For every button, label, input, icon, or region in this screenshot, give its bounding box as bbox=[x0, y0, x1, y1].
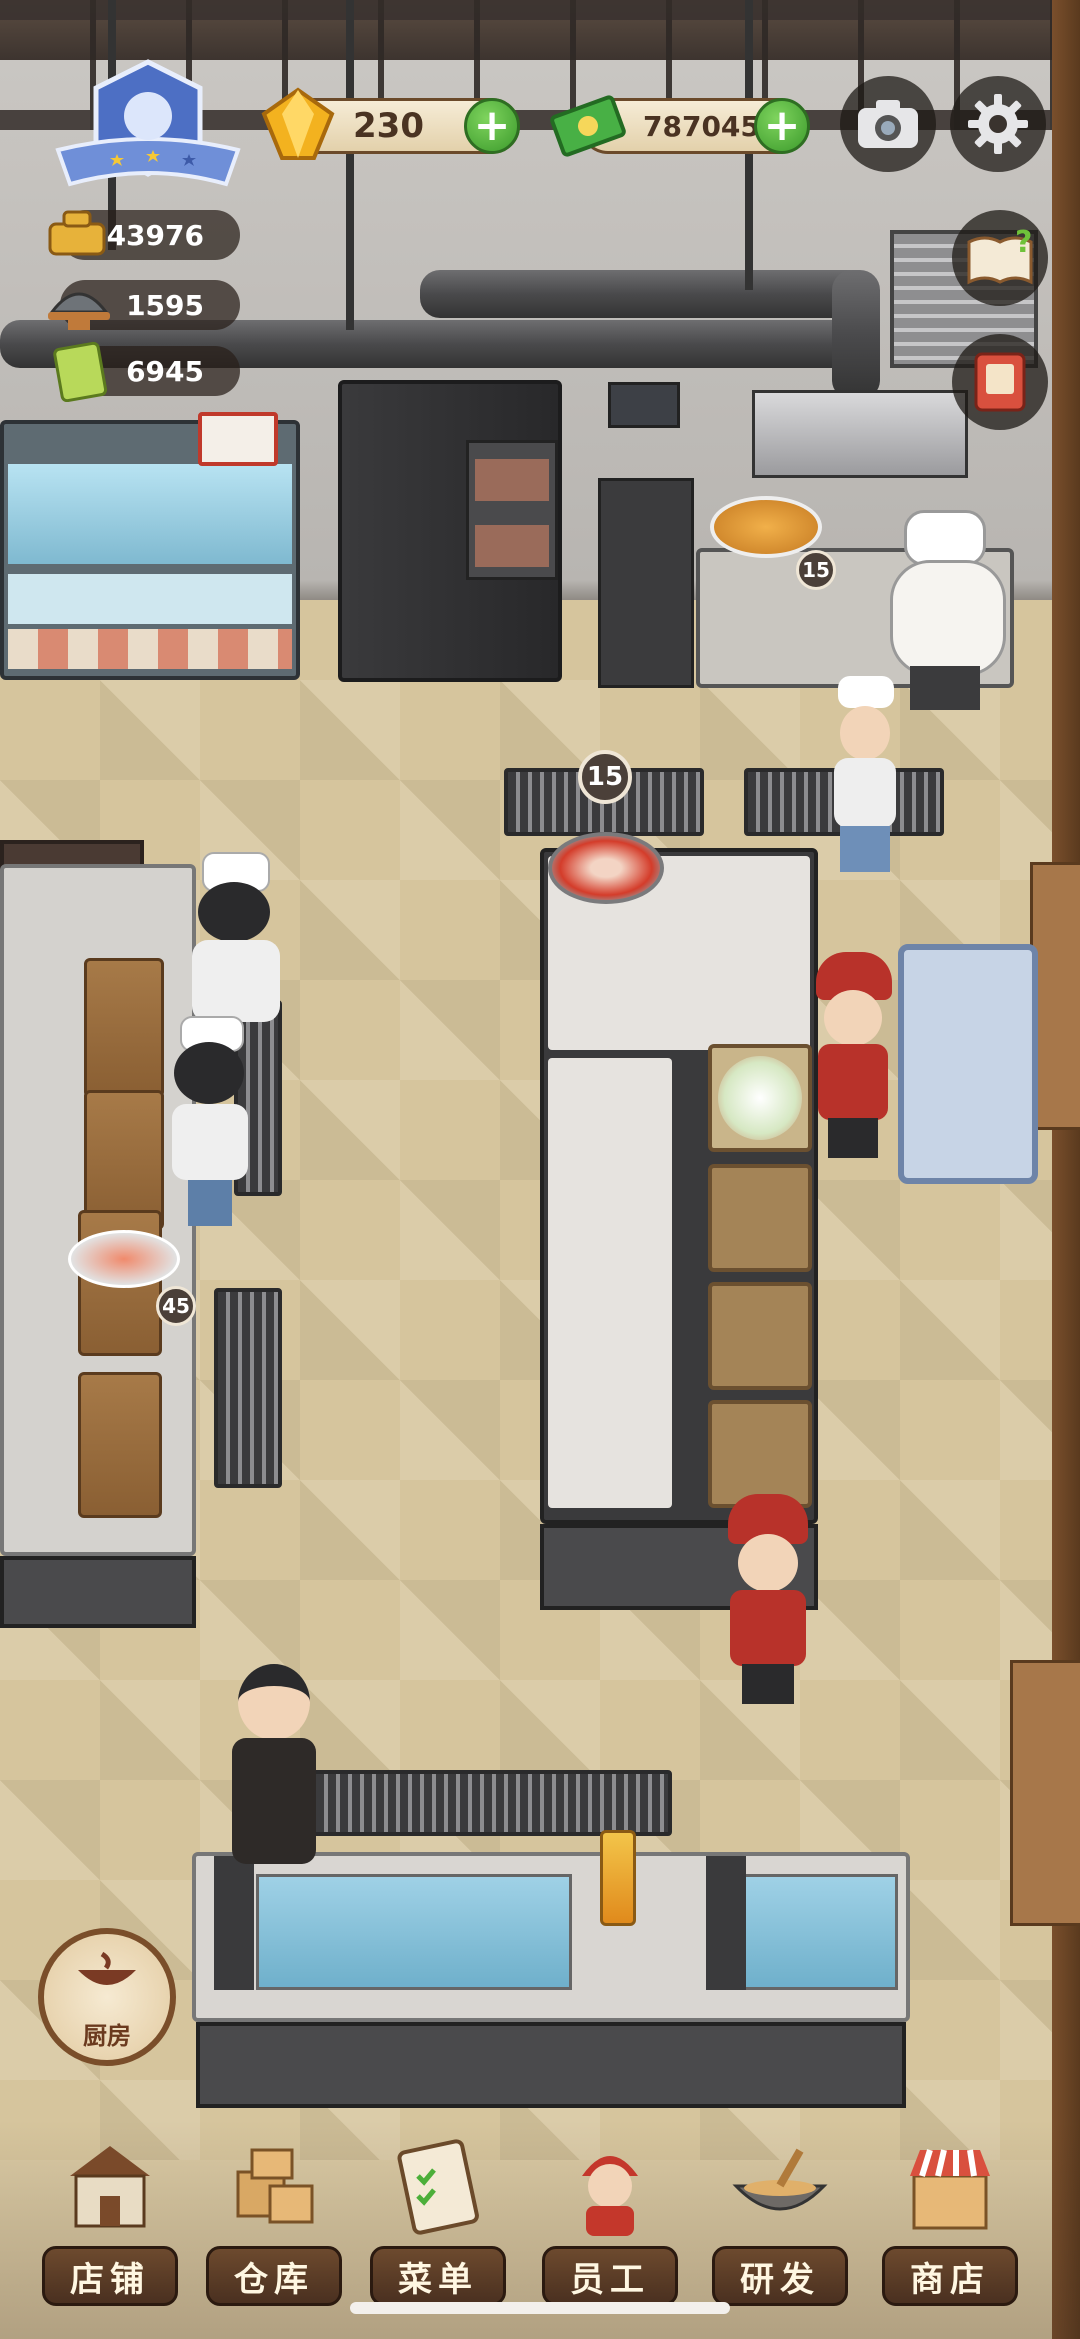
settings-button[interactable] bbox=[950, 76, 1046, 172]
floor-drain bbox=[214, 1288, 282, 1488]
hotpot-dish[interactable] bbox=[548, 832, 664, 904]
nav-warehouse-label: 仓库 bbox=[206, 2246, 342, 2306]
service-window[interactable] bbox=[898, 944, 1038, 1184]
waiter-character[interactable] bbox=[806, 952, 902, 1158]
dumplings bbox=[718, 1056, 802, 1140]
ingredient-tray[interactable] bbox=[708, 1400, 812, 1508]
chef-character[interactable] bbox=[160, 1016, 260, 1226]
nav-store-label: 店铺 bbox=[42, 2246, 178, 2306]
add-gems-button[interactable]: + bbox=[464, 98, 520, 154]
kitchen-button[interactable]: 厨房 bbox=[38, 1928, 176, 2066]
recipe-card-icon bbox=[974, 352, 1026, 412]
boxes-icon bbox=[224, 2136, 324, 2236]
home-indicator[interactable] bbox=[350, 2302, 730, 2314]
dish-resource-value: 1595 bbox=[126, 288, 204, 322]
board-timer: 45 bbox=[156, 1286, 196, 1326]
left-counter-base bbox=[0, 1556, 196, 1628]
wok-icon bbox=[78, 1951, 136, 1985]
ceiling-pipe-riser bbox=[420, 270, 870, 318]
store-icon bbox=[60, 2136, 160, 2236]
cash-icon bbox=[548, 86, 628, 166]
help-book-button[interactable]: ? bbox=[952, 210, 1048, 306]
fried-dough-plate[interactable] bbox=[710, 496, 822, 558]
sink-legs bbox=[196, 2022, 906, 2108]
ingredient-tray[interactable] bbox=[708, 1044, 812, 1152]
cutting-board[interactable] bbox=[78, 1372, 162, 1518]
chef-rank-badge[interactable] bbox=[50, 58, 246, 194]
spice-rack[interactable] bbox=[598, 478, 694, 688]
pot-icon bbox=[42, 204, 112, 264]
recipe-card-button[interactable] bbox=[952, 334, 1048, 430]
oven-window bbox=[475, 459, 549, 501]
soap-bottle bbox=[600, 1830, 636, 1926]
nav-menu[interactable]: 菜单 bbox=[358, 2120, 518, 2320]
waiter-character[interactable] bbox=[718, 1494, 818, 1704]
oven-window bbox=[475, 525, 549, 567]
pot-resource-value: 43976 bbox=[106, 218, 204, 252]
right-wall-beam bbox=[1052, 0, 1080, 2339]
range-hood bbox=[752, 390, 968, 478]
meat-tray bbox=[8, 629, 292, 669]
gear-icon bbox=[968, 94, 1028, 154]
fish-sign bbox=[198, 412, 278, 466]
gem-icon bbox=[258, 84, 338, 164]
nav-staff-label: 员工 bbox=[542, 2246, 678, 2306]
nav-store[interactable]: 店铺 bbox=[30, 2120, 190, 2320]
wall-panel bbox=[1010, 1660, 1080, 1926]
gem-value: 230 bbox=[353, 106, 424, 146]
clipboard-icon bbox=[388, 2136, 488, 2236]
nav-menu-label: 菜单 bbox=[370, 2246, 506, 2306]
floor-drain bbox=[300, 1770, 672, 1836]
kitchen-button-label: 厨房 bbox=[83, 2022, 131, 2050]
wall-light bbox=[608, 382, 680, 428]
sink-basin bbox=[722, 1874, 898, 1990]
book-resource-value: 6945 bbox=[126, 354, 204, 388]
nav-shop-label: 商店 bbox=[882, 2246, 1018, 2306]
dish-cloche-icon bbox=[44, 272, 114, 332]
chef-character[interactable] bbox=[182, 852, 290, 1022]
island-side bbox=[548, 1058, 672, 1508]
chef-character[interactable] bbox=[820, 676, 910, 876]
recipe-book-icon bbox=[50, 340, 110, 403]
camera-icon bbox=[858, 100, 918, 148]
sink-basin bbox=[256, 1874, 572, 1990]
nav-shop[interactable]: 商店 bbox=[870, 2120, 1030, 2320]
dish-rack bbox=[706, 1856, 746, 1990]
stove-timer: 15 bbox=[796, 550, 836, 590]
oven[interactable] bbox=[466, 440, 558, 580]
dish-rack bbox=[214, 1856, 254, 1990]
nav-staff[interactable]: 员工 bbox=[530, 2120, 690, 2320]
add-cash-button[interactable]: + bbox=[754, 98, 810, 154]
wok-research-icon bbox=[730, 2136, 830, 2236]
cutting-board[interactable] bbox=[84, 1090, 164, 1230]
shop-icon bbox=[900, 2136, 1000, 2236]
nav-warehouse[interactable]: 仓库 bbox=[194, 2120, 354, 2320]
camera-button[interactable] bbox=[840, 76, 936, 172]
ingredient-tray[interactable] bbox=[708, 1282, 812, 1390]
svg-text:?: ? bbox=[1015, 228, 1032, 260]
fish-tank bbox=[8, 464, 292, 564]
dishwasher-character[interactable] bbox=[224, 1664, 324, 1864]
sink-counter[interactable] bbox=[192, 1852, 910, 2022]
staff-icon bbox=[560, 2136, 660, 2236]
cutting-board[interactable] bbox=[84, 958, 164, 1098]
hanging-rod bbox=[346, 0, 354, 330]
ceiling-pipe-down bbox=[832, 270, 880, 400]
help-book-icon: ? bbox=[967, 228, 1033, 285]
crab-stick-plate[interactable] bbox=[68, 1230, 180, 1288]
nav-research[interactable]: 研发 bbox=[700, 2120, 860, 2320]
ingredient-tray[interactable] bbox=[708, 1164, 812, 1272]
nav-research-label: 研发 bbox=[712, 2246, 848, 2306]
ice-shelf bbox=[8, 574, 292, 624]
center-timer: 15 bbox=[578, 750, 632, 804]
